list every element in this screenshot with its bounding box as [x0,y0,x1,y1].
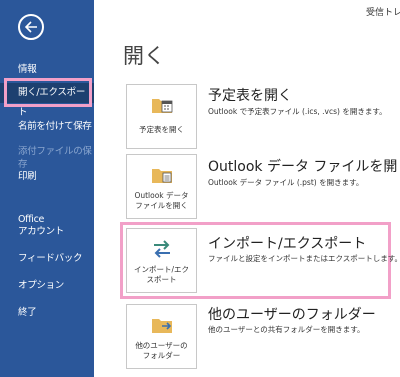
other-user-folder-desc: 他のユーザーとの共有フォルダーを開きます。 [208,325,365,334]
nav-item-print[interactable]: 印刷 [0,170,94,183]
tile-label-line2: フォルダー [142,351,181,360]
tile-label-line1: Outlook データ [134,191,189,200]
nav-item-save-as[interactable]: 名前を付けて保存 [0,120,94,133]
other-user-folder-tile[interactable]: 他のユーザーの フォルダー [126,304,197,369]
tile-label-line2: スポート [146,275,177,284]
folder-data-file-icon [151,165,173,185]
nav-item-exit[interactable]: 終了 [0,306,94,319]
nav-item-office-account-line2[interactable]: アカウント [0,225,94,238]
tile-label: 予定表を開く [139,125,184,134]
open-calendar-title: 予定表を開く [208,88,292,104]
tile-label-line1: 他のユーザーの [135,341,188,350]
import-export-title: インポート/エクスポート [208,236,367,252]
tile-label-line2: ファイルを開く [135,201,188,210]
tile-label-line1: インポート/エク [133,265,190,274]
other-user-folder-title: 他のユーザーのフォルダー [208,307,376,323]
folder-calendar-icon [151,95,173,115]
open-data-file-title: Outlook データ ファイルを開く [208,159,400,175]
open-data-file-desc: Outlook データ ファイル (.pst) を開きます。 [208,178,364,187]
shared-folder-icon [151,315,173,335]
nav-item-info[interactable]: 情報 [0,63,94,76]
open-data-file-tile[interactable]: Outlook データ ファイルを開く [126,154,197,219]
back-arrow-icon[interactable] [18,14,44,40]
open-calendar-desc: Outlook で予定表ファイル (.ics, .vcs) を開きます。 [208,107,387,116]
swap-arrows-icon [151,239,173,259]
nav-item-save-attachments[interactable]: 添付ファイルの保存 [0,145,94,171]
import-export-tile[interactable]: インポート/エク スポート [126,228,197,293]
window-title: 受信トレイ [366,8,400,18]
nav-item-feedback[interactable]: フィードバック [0,252,94,265]
selection-highlight [4,78,92,107]
page-title: 開く [123,44,165,68]
nav-item-options[interactable]: オプション [0,279,94,292]
open-calendar-tile[interactable]: 予定表を開く [126,84,197,149]
backstage-sidebar: 情報 開く/エクスポート 名前を付けて保存 添付ファイルの保存 印刷 Offic… [0,0,94,377]
import-export-desc: ファイルと設定をインポートまたはエクスポートします。 [208,254,400,263]
